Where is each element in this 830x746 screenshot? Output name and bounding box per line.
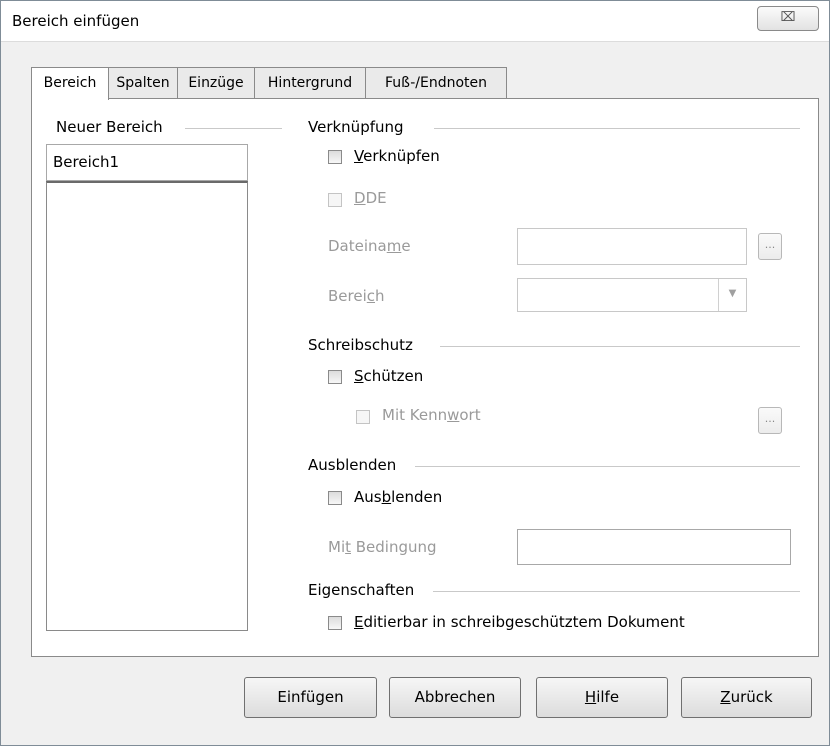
protect-checkbox[interactable] xyxy=(328,370,342,384)
dde-label: DDE xyxy=(354,189,387,207)
properties-heading: Eigenschaften xyxy=(308,581,415,599)
filename-label: Dateiname xyxy=(328,237,411,255)
section-name-combo: Bereich1 xyxy=(46,144,248,631)
tab-bereich[interactable]: Bereich xyxy=(31,67,109,100)
hide-checkbox[interactable] xyxy=(328,491,342,505)
divider xyxy=(185,128,282,129)
hide-label: Ausblenden xyxy=(354,488,443,506)
range-dropdown[interactable]: ▼ xyxy=(517,278,747,312)
insert-button[interactable]: Einfügen xyxy=(244,677,377,718)
condition-input[interactable] xyxy=(517,529,791,565)
insert-section-dialog: Bereich einfügen ⌧ Bereich Spalten Einzü… xyxy=(0,0,830,746)
editable-label: Editierbar in schreibgeschütztem Dokumen… xyxy=(354,613,685,631)
close-icon: ⌧ xyxy=(780,10,796,25)
link-heading: Verknüpfung xyxy=(308,118,404,136)
link-checkbox[interactable] xyxy=(328,150,342,164)
divider xyxy=(415,466,800,467)
divider xyxy=(434,128,800,129)
tab-spalten[interactable]: Spalten xyxy=(108,67,178,99)
new-section-heading: Neuer Bereich xyxy=(56,118,163,136)
browse-file-button[interactable]: ... xyxy=(758,233,782,260)
tab-hintergrund[interactable]: Hintergrund xyxy=(254,67,366,99)
password-checkbox[interactable] xyxy=(356,410,370,424)
hide-heading: Ausblenden xyxy=(308,456,397,474)
close-button[interactable]: ⌧ xyxy=(757,6,819,31)
ellipsis-icon: ... xyxy=(764,412,776,425)
cancel-button[interactable]: Abbrechen xyxy=(389,677,521,718)
condition-label: Mit Bedingung xyxy=(328,538,437,556)
back-button[interactable]: Zurück xyxy=(681,677,812,718)
tab-fuss-endnoten[interactable]: Fuß-/Endnoten xyxy=(365,67,507,99)
range-label: Bereich xyxy=(328,287,385,305)
ellipsis-icon: ... xyxy=(764,238,776,251)
password-label: Mit Kennwort xyxy=(382,406,481,424)
section-name-input[interactable]: Bereich1 xyxy=(46,144,248,181)
divider xyxy=(433,591,800,592)
help-button[interactable]: Hilfe xyxy=(536,677,668,718)
title-bar: Bereich einfügen ⌧ xyxy=(1,1,829,42)
dialog-title: Bereich einfügen xyxy=(12,12,140,30)
editable-checkbox[interactable] xyxy=(328,616,342,630)
dde-checkbox[interactable] xyxy=(328,193,342,207)
tab-einzuege[interactable]: Einzüge xyxy=(177,67,255,99)
link-label: Verknüpfen xyxy=(354,147,440,165)
section-list[interactable] xyxy=(46,181,248,631)
protect-label: Schützen xyxy=(354,367,424,385)
password-button[interactable]: ... xyxy=(758,407,782,434)
write-protection-heading: Schreibschutz xyxy=(308,336,413,354)
divider xyxy=(440,346,800,347)
filename-input[interactable] xyxy=(517,228,747,265)
chevron-down-icon: ▼ xyxy=(718,279,746,311)
